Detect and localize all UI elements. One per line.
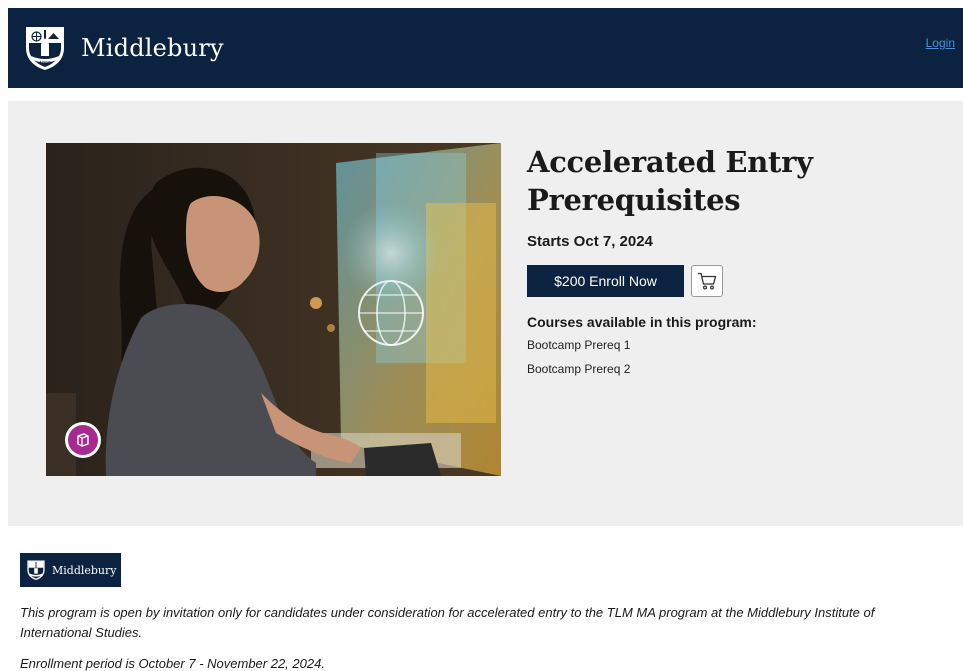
program-photo [46, 143, 501, 476]
start-date: Starts Oct 7, 2024 [527, 233, 653, 250]
program-title-line1: Accelerated Entry [527, 145, 813, 179]
middlebury-shield-icon [27, 560, 45, 580]
program-badge [65, 422, 101, 458]
enroll-actions: $200 Enroll Now [527, 265, 947, 297]
program-info: Accelerated Entry Prerequisites Starts O… [527, 143, 947, 376]
program-title: Accelerated Entry Prerequisites [527, 143, 947, 219]
middlebury-shield-icon: 1800 [26, 27, 64, 70]
program-title-line2: Prerequisites [527, 183, 741, 217]
brand-name: Middlebury [81, 34, 224, 62]
enroll-button[interactable]: $200 Enroll Now [527, 265, 684, 297]
middlebury-logo[interactable]: 1800 Middlebury [23, 24, 224, 72]
add-to-cart-button[interactable] [691, 265, 723, 297]
program-image [46, 143, 501, 476]
footer-brand-name: Middlebury [52, 563, 117, 577]
program-description: This program is open by invitation only … [20, 605, 875, 640]
login-link[interactable]: Login [926, 36, 955, 50]
courses-heading: Courses available in this program: [527, 314, 757, 330]
footer-logo: Middlebury [20, 553, 121, 587]
site-header: 1800 Middlebury Login [8, 8, 963, 88]
shopping-cart-icon [698, 272, 717, 290]
enrollment-period: Enrollment period is October 7 - Novembe… [20, 656, 325, 671]
course-item: Bootcamp Prereq 2 [527, 362, 631, 376]
course-item: Bootcamp Prereq 1 [527, 338, 631, 352]
shield-year: 1800 [39, 61, 51, 67]
program-badge-icon [77, 433, 89, 447]
program-hero: Accelerated Entry Prerequisites Starts O… [8, 101, 963, 526]
